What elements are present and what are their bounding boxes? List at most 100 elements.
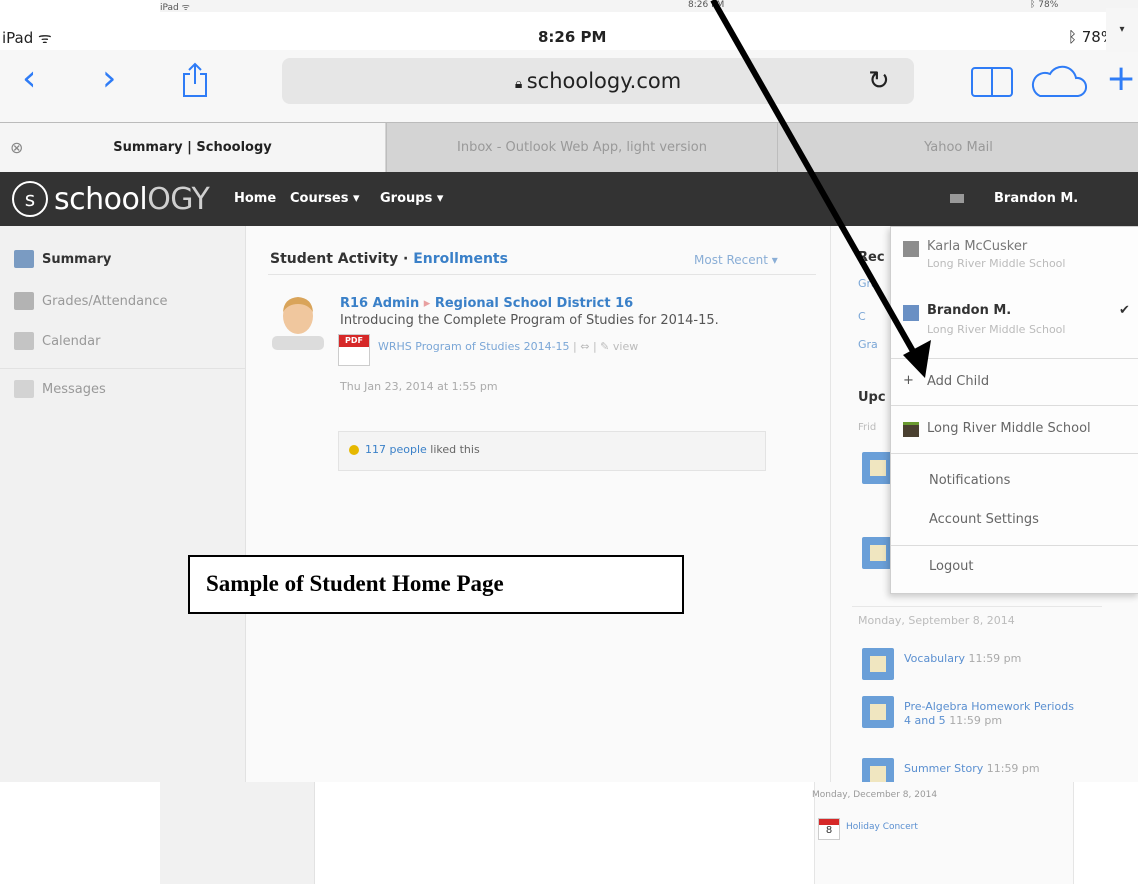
nav-groups[interactable]: Groups ▾ (380, 191, 443, 206)
divider (852, 606, 1102, 607)
day-heading: Monday, September 8, 2014 (858, 614, 1015, 627)
background-battery: ᛒ 78% (1030, 0, 1059, 10)
account-school: Long River Middle School (927, 323, 1066, 336)
account-dropdown: Karla McCusker Long River Middle School … (890, 226, 1138, 594)
sidebar-item-messages[interactable]: Messages (14, 372, 106, 406)
tab-label: Yahoo Mail (924, 140, 993, 155)
share-icon[interactable] (180, 58, 210, 107)
post-author[interactable]: R16 Admin ▸ Regional School District 16 (340, 296, 633, 311)
post-body: Introducing the Complete Program of Stud… (340, 313, 719, 328)
person-icon (903, 241, 919, 257)
forward-icon[interactable]: › (102, 58, 116, 99)
upcoming-day: Frid (858, 422, 877, 433)
user-name: Brandon M. (994, 191, 1079, 206)
device-label: iPad ᯤ (2, 29, 52, 47)
sort-dropdown[interactable]: Most Recent ▾ (694, 253, 778, 267)
upcoming-heading: Upc (858, 390, 886, 405)
background-status-bar: iPad ᯤ 8:26 PM ᛒ 78% (160, 0, 1138, 13)
like-icon (349, 445, 359, 455)
url-text: 🔒︎ schoology.com (514, 69, 682, 93)
address-bar[interactable]: 🔒︎ schoology.com (282, 58, 914, 104)
close-icon[interactable]: ⊗ (10, 123, 23, 173)
account-item-karla[interactable]: Karla McCusker Long River Middle School (891, 227, 1138, 281)
recent-heading: Rec (858, 250, 885, 265)
browser-toolbar: ‹ › 🔒︎ schoology.com ↻ + (0, 50, 1138, 122)
caption-box: Sample of Student Home Page (188, 555, 684, 614)
plus-icon: + (903, 373, 914, 388)
summary-icon (14, 250, 34, 268)
clock: 8:26 PM (538, 28, 607, 46)
sidebar-item-grades[interactable]: Grades/Attendance (14, 284, 168, 318)
recent-link[interactable]: Gra (858, 277, 878, 290)
add-tab-icon[interactable]: + (1106, 58, 1136, 99)
tab-bar: ⊗ Summary | Schoology Inbox - Outlook We… (0, 122, 1138, 173)
grades-icon (14, 292, 34, 310)
cloud-icon[interactable] (1028, 58, 1088, 109)
add-child-label: Add Child (927, 374, 990, 389)
schoology-logo[interactable]: s schoolOGY (12, 180, 210, 218)
nav-courses[interactable]: Courses ▾ (290, 191, 359, 206)
nav-home[interactable]: Home (234, 191, 276, 206)
add-child-item[interactable]: + Add Child (891, 359, 1138, 405)
user-menu[interactable]: Brandon M. (950, 172, 1120, 226)
tab-label: Summary | Schoology (113, 140, 272, 155)
sidebar-item-label: Calendar (42, 333, 101, 349)
likes-link[interactable]: 117 people (365, 443, 427, 456)
logout-link[interactable]: Logout (929, 559, 974, 574)
user-dropdown-toggle[interactable]: ▾ (1106, 8, 1138, 52)
left-sidebar: Summary Grades/Attendance Calendar Messa… (0, 226, 246, 782)
account-settings-link[interactable]: Account Settings (929, 512, 1039, 527)
school-item[interactable]: Long River Middle School (891, 406, 1138, 452)
event-link[interactable]: Holiday Concert (846, 822, 918, 832)
check-icon: ✔ (1119, 303, 1130, 318)
site-header: s schoolOGY Home Courses ▾ Groups ▾ Bran… (0, 172, 1138, 226)
calendar-icon (14, 332, 34, 350)
background-time: 8:26 PM (688, 0, 725, 10)
pdf-icon: PDF (338, 334, 370, 366)
post-date: Thu Jan 23, 2014 at 1:55 pm (340, 380, 498, 393)
student-icon (903, 305, 919, 321)
sidebar-item-summary[interactable]: Summary (14, 242, 111, 276)
divider (891, 453, 1138, 454)
upcoming-item[interactable]: Vocabulary 11:59 pm (862, 648, 1021, 680)
recent-link[interactable]: C (858, 310, 866, 323)
sidebar-item-label: Summary (42, 251, 112, 267)
sidebar-divider (0, 368, 245, 369)
school-icon (903, 422, 919, 437)
account-name: Brandon M. (927, 303, 1012, 318)
bottom-extension: Monday, December 8, 2014 8 Holiday Conce… (160, 782, 1138, 884)
logo-icon: s (12, 181, 48, 217)
tab-label: Inbox - Outlook Web App, light version (457, 140, 707, 155)
school-label: Long River Middle School (927, 421, 1091, 436)
sidebar-item-calendar[interactable]: Calendar (14, 324, 100, 358)
calendar-icon: 8 (818, 818, 840, 840)
messages-icon (14, 380, 34, 398)
bookmarks-icon[interactable] (970, 58, 1014, 109)
attachment-link[interactable]: WRHS Program of Studies 2014-15 | ⇔ | ✎ … (378, 340, 638, 353)
recent-link[interactable]: Gra (858, 338, 878, 351)
day-heading: Monday, December 8, 2014 (812, 790, 938, 800)
background-device-label: iPad ᯤ (160, 3, 190, 13)
messages-icon[interactable] (950, 194, 964, 203)
account-item-brandon[interactable]: Brandon M. Long River Middle School ✔ (891, 289, 1138, 353)
tab-summary[interactable]: ⊗ Summary | Schoology (0, 123, 385, 173)
divider (891, 545, 1138, 546)
divider (268, 274, 816, 275)
account-name: Karla McCusker (927, 239, 1028, 254)
enrollments-link[interactable]: Enrollments (413, 251, 508, 267)
notifications-link[interactable]: Notifications (929, 473, 1010, 488)
back-icon[interactable]: ‹ (22, 58, 36, 99)
tab-yahoo[interactable]: Yahoo Mail (777, 123, 1138, 173)
caption-text: Sample of Student Home Page (206, 571, 504, 596)
assignment-icon (862, 696, 894, 728)
upcoming-item[interactable]: Pre-Algebra Homework Periods 4 and 5 11:… (862, 696, 1074, 728)
sidebar-item-label: Grades/Attendance (42, 293, 168, 309)
likes-box: 117 people liked this (338, 431, 766, 471)
reload-icon[interactable]: ↻ (868, 66, 890, 96)
status-bar: iPad ᯤ 8:26 PM ᛒ 78% (0, 22, 1138, 50)
tab-outlook[interactable]: Inbox - Outlook Web App, light version (386, 123, 777, 173)
account-school: Long River Middle School (927, 257, 1066, 270)
sidebar-extension (160, 782, 315, 884)
assignment-icon (862, 648, 894, 680)
activity-title: Student Activity · Enrollments (270, 251, 508, 267)
